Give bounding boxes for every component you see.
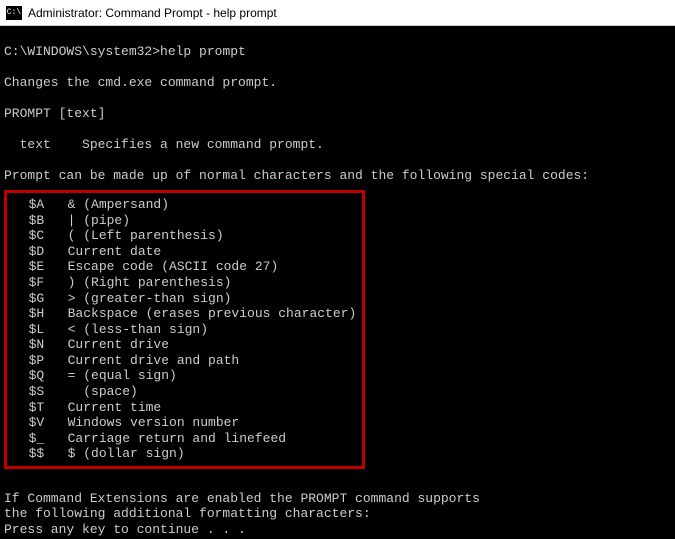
description-line: Changes the cmd.exe command prompt. [4, 75, 277, 90]
footer-line-2: the following additional formatting char… [4, 506, 371, 521]
prompt-path: C:\WINDOWS\system32> [4, 44, 160, 60]
param-line: text Specifies a new command prompt. [4, 137, 324, 152]
terminal-output[interactable]: C:\WINDOWS\system32>help prompt Changes … [0, 26, 675, 539]
codes-highlight-box: $A & (Ampersand) $B | (pipe) $C ( (Left … [4, 190, 365, 469]
press-any-key: Press any key to continue . . . [4, 522, 246, 537]
cmd-icon: C:\ [6, 6, 22, 20]
syntax-line: PROMPT [text] [4, 106, 105, 121]
window-title: Administrator: Command Prompt - help pro… [28, 6, 277, 20]
window-titlebar[interactable]: C:\ Administrator: Command Prompt - help… [0, 0, 675, 26]
footer-line-1: If Command Extensions are enabled the PR… [4, 491, 480, 506]
codes-block: $A & (Ampersand) $B | (pipe) $C ( (Left … [13, 197, 356, 462]
intro-line: Prompt can be made up of normal characte… [4, 168, 589, 183]
entered-command: help prompt [160, 44, 246, 60]
